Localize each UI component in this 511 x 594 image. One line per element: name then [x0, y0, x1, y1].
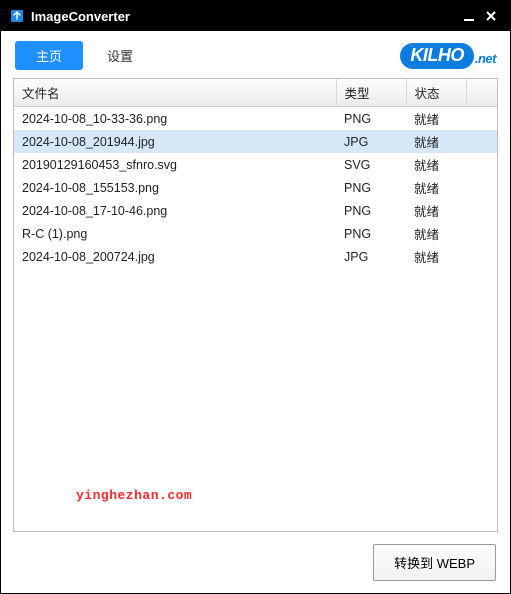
minimize-button[interactable]: [458, 5, 480, 27]
table-row[interactable]: 2024-10-08_17-10-46.pngPNG就绪: [14, 199, 497, 222]
footer: 转换到 WEBP: [1, 532, 510, 593]
window-title: ImageConverter: [31, 9, 458, 24]
cell-type: PNG: [336, 222, 406, 245]
header-status[interactable]: 状态: [406, 79, 466, 107]
cell-status: 就绪: [406, 153, 466, 176]
cell-filename: 20190129160453_sfnro.svg: [14, 153, 336, 176]
table-row[interactable]: 2024-10-08_10-33-36.pngPNG就绪: [14, 107, 497, 131]
cell-status: 就绪: [406, 176, 466, 199]
convert-button[interactable]: 转换到 WEBP: [373, 544, 496, 581]
watermark-text: yinghezhan.com: [76, 488, 192, 503]
cell-spacer: [466, 222, 497, 245]
cell-spacer: [466, 245, 497, 268]
cell-status: 就绪: [406, 130, 466, 153]
cell-filename: 2024-10-08_200724.jpg: [14, 245, 336, 268]
tab-settings[interactable]: 设置: [95, 42, 145, 69]
brand-name: KILHO: [400, 43, 474, 69]
cell-type: SVG: [336, 153, 406, 176]
cell-spacer: [466, 107, 497, 131]
cell-filename: R-C (1).png: [14, 222, 336, 245]
cell-filename: 2024-10-08_17-10-46.png: [14, 199, 336, 222]
header-spacer: [466, 79, 497, 107]
titlebar: ImageConverter: [1, 1, 510, 31]
file-list-panel: 文件名 类型 状态 2024-10-08_10-33-36.pngPNG就绪20…: [13, 78, 498, 532]
cell-type: JPG: [336, 245, 406, 268]
brand-logo[interactable]: KILHO .net: [400, 43, 496, 69]
cell-filename: 2024-10-08_10-33-36.png: [14, 107, 336, 131]
table-row[interactable]: R-C (1).pngPNG就绪: [14, 222, 497, 245]
file-table: 文件名 类型 状态 2024-10-08_10-33-36.pngPNG就绪20…: [14, 79, 497, 268]
table-row[interactable]: 2024-10-08_155153.pngPNG就绪: [14, 176, 497, 199]
cell-status: 就绪: [406, 222, 466, 245]
table-row[interactable]: 2024-10-08_200724.jpgJPG就绪: [14, 245, 497, 268]
cell-spacer: [466, 153, 497, 176]
cell-status: 就绪: [406, 199, 466, 222]
cell-filename: 2024-10-08_201944.jpg: [14, 130, 336, 153]
brand-ext: .net: [475, 51, 496, 66]
cell-status: 就绪: [406, 107, 466, 131]
cell-filename: 2024-10-08_155153.png: [14, 176, 336, 199]
cell-type: PNG: [336, 176, 406, 199]
toolbar: 主页 设置 KILHO .net: [1, 31, 510, 78]
cell-type: PNG: [336, 107, 406, 131]
cell-spacer: [466, 176, 497, 199]
cell-spacer: [466, 130, 497, 153]
table-row[interactable]: 20190129160453_sfnro.svgSVG就绪: [14, 153, 497, 176]
cell-type: JPG: [336, 130, 406, 153]
tab-home[interactable]: 主页: [15, 41, 83, 70]
table-row[interactable]: 2024-10-08_201944.jpgJPG就绪: [14, 130, 497, 153]
cell-status: 就绪: [406, 245, 466, 268]
app-icon: [9, 8, 25, 24]
header-type[interactable]: 类型: [336, 79, 406, 107]
cell-type: PNG: [336, 199, 406, 222]
close-button[interactable]: [480, 5, 502, 27]
cell-spacer: [466, 199, 497, 222]
header-filename[interactable]: 文件名: [14, 79, 336, 107]
